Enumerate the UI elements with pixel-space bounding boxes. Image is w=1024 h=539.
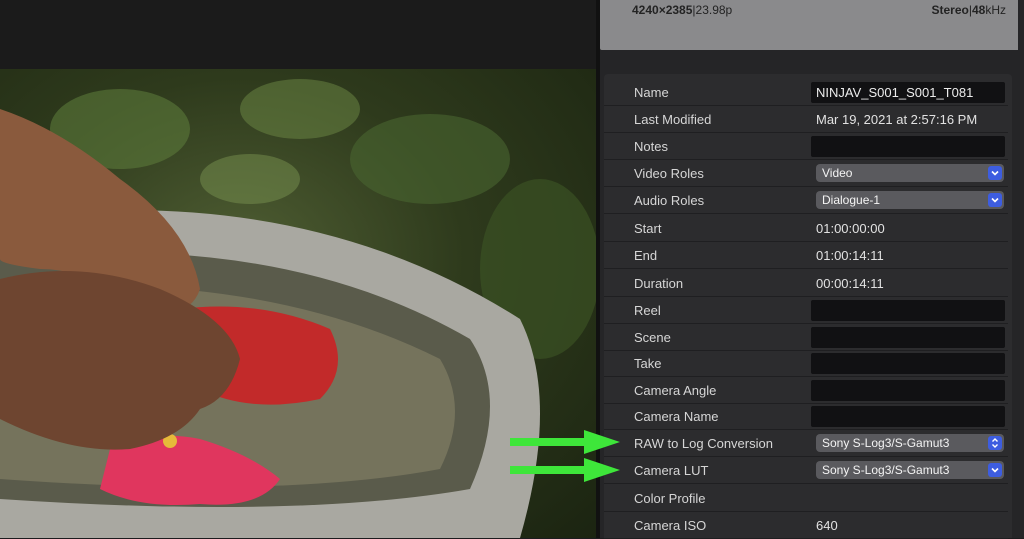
clip-info-header: 4240×2385|23.98p Stereo|48kHz bbox=[600, 0, 1018, 50]
audio-rate-unit: kHz bbox=[985, 3, 1006, 17]
property-row-color-profile: Color Profile bbox=[604, 485, 1008, 512]
property-row-scene: Scene bbox=[604, 324, 1008, 351]
annotation-arrow-icon bbox=[510, 458, 620, 482]
video-roles-label: Video Roles bbox=[634, 166, 704, 181]
chevron-up-down-icon[interactable] bbox=[988, 436, 1002, 450]
camera-lut-select[interactable]: Sony S-Log3/S-Gamut3 bbox=[816, 461, 1004, 479]
take-label: Take bbox=[634, 356, 662, 371]
video-frame-image bbox=[0, 79, 596, 538]
properties-panel: Name NINJAV_S001_S001_T081 Last Modified… bbox=[604, 74, 1012, 539]
duration-label: Duration bbox=[634, 276, 684, 291]
viewer-top-bar bbox=[0, 0, 596, 69]
property-row-name: Name NINJAV_S001_S001_T081 bbox=[604, 79, 1008, 106]
chevron-down-icon[interactable] bbox=[988, 166, 1002, 180]
video-roles-value: Video bbox=[822, 166, 853, 180]
start-value: 01:00:00:00 bbox=[816, 221, 885, 236]
video-viewer[interactable] bbox=[0, 69, 596, 538]
property-row-duration: Duration 00:00:14:11 bbox=[604, 270, 1008, 297]
camera-iso-label: Camera ISO bbox=[634, 518, 707, 533]
scene-label: Scene bbox=[634, 330, 671, 345]
resolution-text: 4240×2385 bbox=[632, 3, 693, 17]
property-row-raw-to-log: RAW to Log Conversion Sony S-Log3/S-Gamu… bbox=[604, 430, 1008, 457]
property-row-start: Start 01:00:00:00 bbox=[604, 215, 1008, 242]
property-row-last-modified: Last Modified Mar 19, 2021 at 2:57:16 PM bbox=[604, 106, 1008, 133]
property-row-take: Take bbox=[604, 350, 1008, 377]
scene-field[interactable] bbox=[811, 327, 1005, 348]
last-modified-label: Last Modified bbox=[634, 112, 712, 127]
camera-name-field[interactable] bbox=[811, 406, 1005, 427]
reel-field[interactable] bbox=[811, 300, 1005, 321]
camera-name-label: Camera Name bbox=[634, 409, 719, 424]
raw-to-log-select[interactable]: Sony S-Log3/S-Gamut3 bbox=[816, 434, 1004, 452]
annotation-arrow-icon bbox=[510, 430, 620, 454]
notes-label: Notes bbox=[634, 139, 668, 154]
audio-channels-text: Stereo bbox=[931, 3, 969, 17]
camera-angle-field[interactable] bbox=[811, 380, 1005, 401]
start-label: Start bbox=[634, 221, 662, 236]
property-row-camera-lut: Camera LUT Sony S-Log3/S-Gamut3 bbox=[604, 457, 1008, 484]
audio-roles-label: Audio Roles bbox=[634, 193, 705, 208]
property-row-audio-roles: Audio Roles Dialogue-1 bbox=[604, 187, 1008, 214]
property-row-camera-name: Camera Name bbox=[604, 403, 1008, 430]
property-row-end: End 01:00:14:11 bbox=[604, 242, 1008, 269]
camera-lut-label: Camera LUT bbox=[634, 463, 709, 478]
property-row-reel: Reel bbox=[604, 297, 1008, 324]
take-field[interactable] bbox=[811, 353, 1005, 374]
frame-rate-text: 23.98p bbox=[695, 3, 733, 17]
raw-to-log-value: Sony S-Log3/S-Gamut3 bbox=[822, 436, 950, 450]
property-row-camera-iso: Camera ISO 640 bbox=[604, 512, 1008, 539]
audio-rate-text: 48 bbox=[971, 3, 986, 17]
audio-roles-value: Dialogue-1 bbox=[822, 193, 881, 207]
property-row-notes: Notes bbox=[604, 133, 1008, 160]
chevron-down-icon[interactable] bbox=[988, 463, 1002, 477]
raw-to-log-label: RAW to Log Conversion bbox=[634, 436, 773, 451]
end-value: 01:00:14:11 bbox=[816, 248, 884, 263]
duration-value: 00:00:14:11 bbox=[816, 276, 884, 291]
property-row-camera-angle: Camera Angle bbox=[604, 377, 1008, 404]
camera-iso-value: 640 bbox=[816, 518, 838, 533]
audio-roles-select[interactable]: Dialogue-1 bbox=[816, 191, 1004, 209]
property-row-video-roles: Video Roles Video bbox=[604, 160, 1008, 187]
camera-angle-label: Camera Angle bbox=[634, 383, 717, 398]
name-value: NINJAV_S001_S001_T081 bbox=[816, 85, 974, 100]
camera-lut-value: Sony S-Log3/S-Gamut3 bbox=[822, 463, 950, 477]
video-format-readout: 4240×2385|23.98p bbox=[632, 3, 732, 17]
name-field[interactable]: NINJAV_S001_S001_T081 bbox=[811, 82, 1005, 103]
audio-format-readout: Stereo|48kHz bbox=[931, 3, 1006, 17]
info-inspector: 4240×2385|23.98p Stereo|48kHz Name NINJA… bbox=[600, 0, 1024, 539]
video-roles-select[interactable]: Video bbox=[816, 164, 1004, 182]
notes-field[interactable] bbox=[811, 136, 1005, 157]
color-profile-label: Color Profile bbox=[634, 491, 706, 506]
name-label: Name bbox=[634, 85, 669, 100]
last-modified-value: Mar 19, 2021 at 2:57:16 PM bbox=[816, 112, 978, 127]
chevron-down-icon[interactable] bbox=[988, 193, 1002, 207]
reel-label: Reel bbox=[634, 303, 661, 318]
end-label: End bbox=[634, 248, 658, 263]
